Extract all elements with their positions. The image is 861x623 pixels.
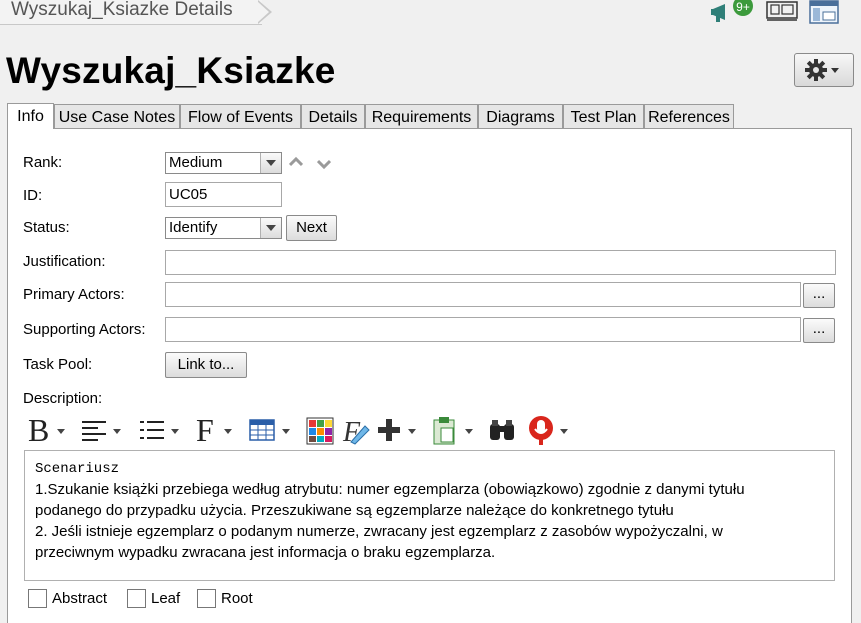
rank-select[interactable]: Medium (165, 152, 282, 174)
list-menu-icon[interactable] (138, 414, 184, 446)
dictation-microphone-icon[interactable] (527, 414, 575, 446)
description-line: przeciwnym wypadku zwracana jest informa… (35, 544, 496, 561)
justification-label: Justification: (23, 253, 106, 270)
layout-view-icon[interactable] (765, 0, 799, 22)
find-binoculars-icon[interactable] (487, 414, 519, 446)
leaf-label: Leaf (151, 590, 181, 607)
notification-badge: 9+ (736, 0, 750, 14)
next-status-button[interactable]: Next (286, 215, 337, 241)
breadcrumb-text: Wyszukaj_Ksiazke Details (11, 0, 233, 20)
tab-use-case-notes[interactable]: Use Case Notes (54, 104, 180, 128)
gear-icon (805, 59, 839, 81)
svg-text:F: F (196, 414, 214, 446)
chevron-down-icon (260, 218, 281, 238)
supporting-actors-field[interactable] (165, 317, 801, 342)
notifications-megaphone-icon[interactable]: 9+ (711, 0, 755, 24)
link-to-button[interactable]: Link to... (165, 352, 247, 378)
settings-menu-button[interactable] (794, 53, 854, 87)
id-label: ID: (23, 187, 43, 204)
description-heading: Scenariusz (35, 461, 120, 477)
justification-field[interactable] (165, 250, 836, 275)
status-label: Status: (23, 219, 70, 236)
tab-test-plan[interactable]: Test Plan (563, 104, 644, 128)
rank-down-icon[interactable] (317, 158, 331, 170)
abstract-label: Abstract (52, 590, 108, 607)
primary-actors-label: Primary Actors: (23, 286, 125, 303)
panel-layers-icon[interactable] (809, 0, 841, 24)
id-value: UC05 (169, 186, 208, 203)
svg-text:B: B (28, 414, 49, 446)
chevron-down-icon (260, 153, 281, 173)
font-menu-icon[interactable]: F (196, 412, 238, 448)
tab-references[interactable]: References (644, 104, 734, 128)
tab-flow-of-events[interactable]: Flow of Events (180, 104, 301, 128)
leaf-checkbox[interactable] (127, 589, 146, 608)
breadcrumb[interactable]: Wyszukaj_Ksiazke Details (0, 0, 262, 25)
description-label: Description: (23, 390, 103, 407)
id-field[interactable]: UC05 (165, 182, 282, 207)
description-line: podanego do przypadku użycia. Przeszukiw… (35, 502, 674, 519)
tab-diagrams[interactable]: Diagrams (478, 104, 563, 128)
description-line: 1.Szukanie książki przebiega według atry… (35, 481, 745, 498)
primary-actors-browse-button[interactable]: ... (803, 283, 835, 308)
rank-label: Rank: (23, 154, 63, 171)
root-checkbox[interactable] (197, 589, 216, 608)
task-pool-label: Task Pool: (23, 356, 93, 373)
color-palette-icon[interactable] (306, 414, 336, 446)
description-line: 2. Jeśli istnieje egzemplarz o podanym n… (35, 523, 723, 540)
primary-actors-field[interactable] (165, 282, 801, 307)
rank-up-icon[interactable] (289, 156, 303, 168)
paste-menu-icon[interactable] (432, 414, 480, 446)
tab-requirements[interactable]: Requirements (365, 104, 478, 128)
description-editor[interactable]: Scenariusz 1.Szukanie książki przebiega … (24, 450, 835, 581)
tab-info[interactable]: Info (7, 103, 54, 129)
bold-menu-icon[interactable]: B (28, 412, 72, 448)
status-select[interactable]: Identify (165, 217, 282, 239)
clear-format-icon[interactable]: F (341, 414, 371, 448)
status-value: Identify (169, 219, 218, 236)
root-label: Root (221, 590, 253, 607)
supporting-actors-label: Supporting Actors: (23, 321, 146, 338)
rank-value: Medium (169, 154, 223, 171)
supporting-actors-browse-button[interactable]: ... (803, 318, 835, 343)
insert-menu-icon[interactable] (376, 414, 426, 446)
abstract-checkbox[interactable] (28, 589, 47, 608)
table-menu-icon[interactable] (248, 414, 296, 446)
tab-details[interactable]: Details (301, 104, 365, 128)
page-title: Wyszukaj_Ksiazke (6, 50, 336, 91)
align-menu-icon[interactable] (80, 414, 126, 446)
